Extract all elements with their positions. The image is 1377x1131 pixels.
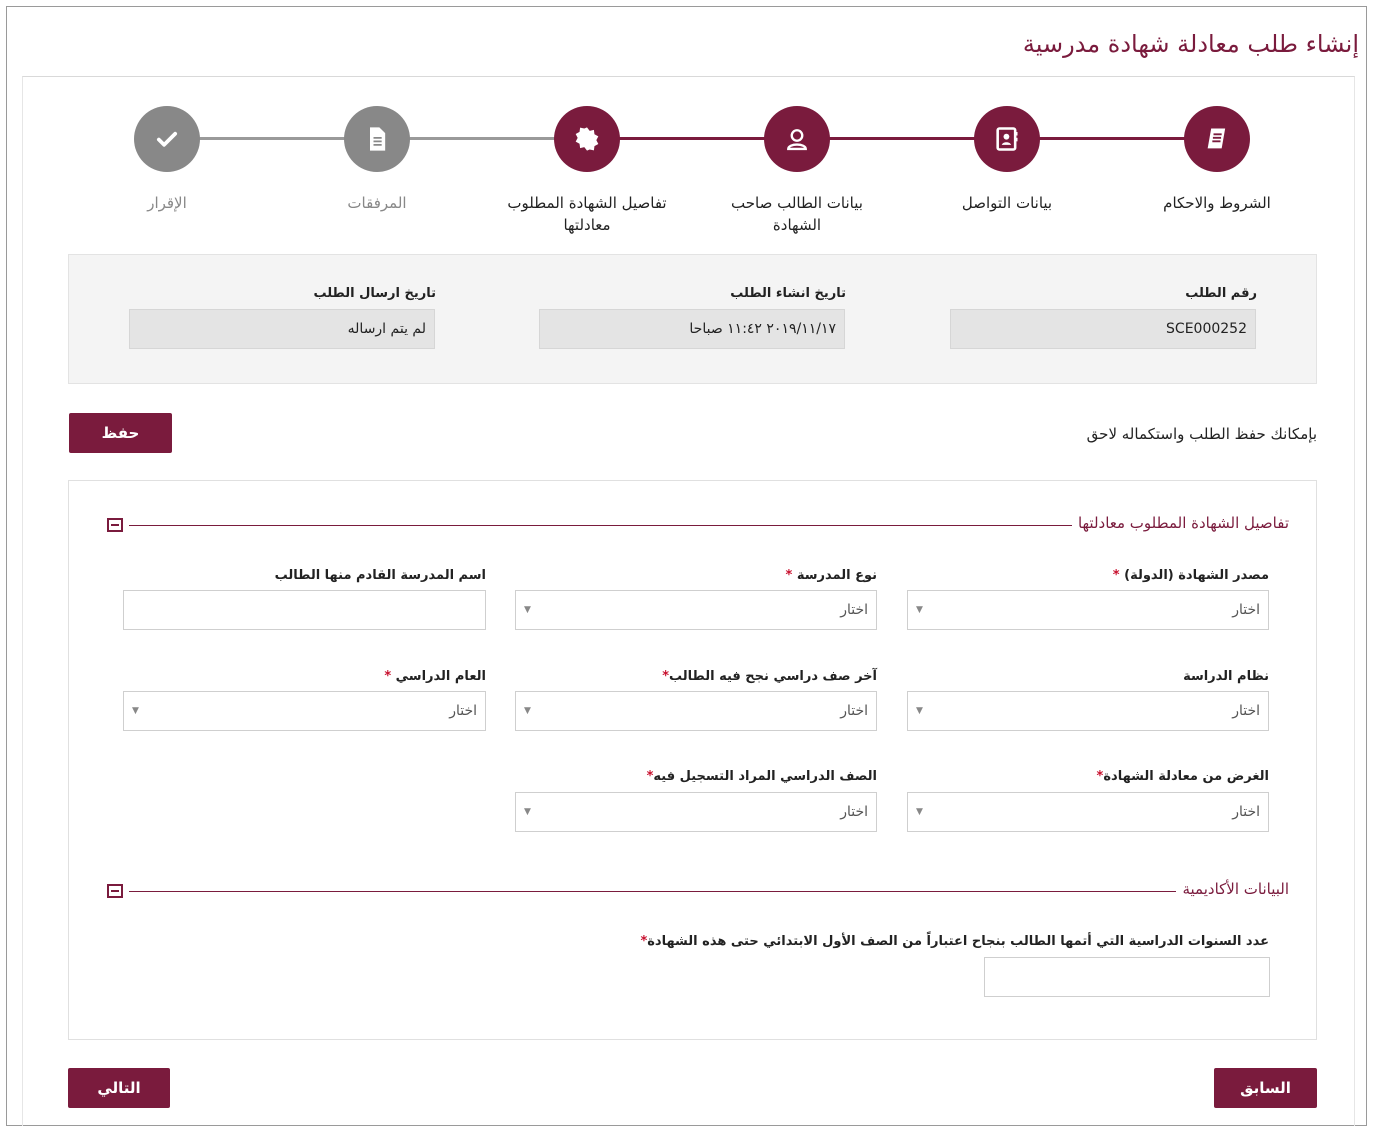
chevron-down-icon: ▼	[524, 706, 531, 716]
step-terms[interactable]: الشروط والاحكام	[1127, 106, 1307, 214]
required-mark: *	[384, 669, 392, 684]
checkmark-icon	[134, 106, 200, 172]
years-completed-label: عدد السنوات الدراسية التي أتمها الطالب ب…	[640, 934, 1269, 949]
created-date-value: ٢٠١٩/١١/١٧ ١١:٤٢ صباحا	[689, 321, 836, 337]
label-text: عدد السنوات الدراسية التي أتمها الطالب ب…	[647, 934, 1269, 949]
select-value: اختار	[840, 703, 868, 719]
select-value: اختار	[840, 804, 868, 820]
collapse-icon[interactable]	[107, 518, 123, 532]
step-label: الإقرار	[147, 194, 187, 212]
section-title-certificate: تفاصيل الشهادة المطلوب معادلتها	[1071, 514, 1289, 532]
previous-button[interactable]: السابق	[1214, 1068, 1317, 1108]
select-value: اختار	[1232, 804, 1260, 820]
source-country-label: مصدر الشهادة (الدولة) *	[1113, 568, 1269, 583]
label-text: مصدر الشهادة (الدولة)	[1124, 568, 1269, 583]
section-divider	[129, 891, 1181, 892]
step-label: تفاصيل الشهادة المطلوب معادلتها	[507, 194, 667, 234]
request-number-field: SCE000252	[950, 309, 1256, 349]
source-country-select[interactable]: اختار ▼	[907, 590, 1269, 630]
label-text: الغرض من معادلة الشهادة	[1103, 769, 1269, 784]
contact-card-icon	[974, 106, 1040, 172]
last-grade-select[interactable]: اختار ▼	[515, 691, 877, 731]
step-label: الشروط والاحكام	[1163, 194, 1271, 212]
step-student[interactable]: بيانات الطالب صاحب الشهادة	[707, 106, 887, 236]
label-text: نوع المدرسة	[796, 568, 877, 583]
step-attachments[interactable]: المرفقات	[287, 106, 467, 214]
select-value: اختار	[449, 703, 477, 719]
last-grade-label: آخر صف دراسي نجح فيه الطالب*	[662, 669, 877, 684]
purpose-select[interactable]: اختار ▼	[907, 792, 1269, 832]
request-number-value: SCE000252	[1166, 321, 1247, 337]
required-mark: *	[662, 669, 670, 684]
next-button[interactable]: التالي	[68, 1068, 170, 1108]
school-type-label: نوع المدرسة *	[786, 568, 878, 583]
school-type-select[interactable]: اختار ▼	[515, 590, 877, 630]
form-panel	[68, 480, 1317, 1040]
created-date-field: ٢٠١٩/١١/١٧ ١١:٤٢ صباحا	[539, 309, 845, 349]
logo-area	[20, 17, 162, 67]
academic-year-label: العام الدراسي *	[384, 669, 486, 684]
purpose-label: الغرض من معادلة الشهادة*	[1097, 769, 1269, 784]
sent-date-field: لم يتم ارساله	[129, 309, 435, 349]
step-label: بيانات الطالب صاحب الشهادة	[731, 194, 863, 234]
school-name-label: اسم المدرسة القادم منها الطالب	[274, 568, 486, 583]
chevron-down-icon: ▼	[524, 605, 531, 615]
sent-date-label: تاريخ ارسال الطلب	[313, 286, 436, 301]
chevron-down-icon: ▼	[524, 807, 531, 817]
study-system-label: نظام الدراسة	[1183, 669, 1269, 684]
section-divider	[129, 525, 1181, 526]
step-declaration[interactable]: الإقرار	[77, 106, 257, 214]
select-value: اختار	[1232, 703, 1260, 719]
years-completed-input[interactable]	[984, 957, 1270, 997]
document-icon	[344, 106, 410, 172]
user-icon	[764, 106, 830, 172]
page-title: إنشاء طلب معادلة شهادة مدرسية	[1022, 30, 1359, 58]
label-text: الصف الدراسي المراد التسجيل فيه	[653, 769, 877, 784]
select-value: اختار	[840, 602, 868, 618]
academic-year-select[interactable]: اختار ▼	[123, 691, 486, 731]
badge-icon	[554, 106, 620, 172]
school-name-input[interactable]	[123, 590, 486, 630]
created-date-label: تاريخ انشاء الطلب	[730, 286, 846, 301]
step-certificate[interactable]: تفاصيل الشهادة المطلوب معادلتها	[497, 106, 677, 236]
chevron-down-icon: ▼	[916, 605, 923, 615]
required-mark: *	[1112, 568, 1120, 583]
step-label: بيانات التواصل	[961, 194, 1053, 212]
required-mark: *	[785, 568, 793, 583]
request-number-label: رقم الطلب	[1185, 286, 1257, 301]
chevron-down-icon: ▼	[916, 807, 923, 817]
select-value: اختار	[1232, 602, 1260, 618]
save-button[interactable]: حفظ	[69, 413, 172, 453]
save-note: بإمكانك حفظ الطلب واستكماله لاحق	[1086, 425, 1317, 443]
target-grade-label: الصف الدراسي المراد التسجيل فيه*	[647, 769, 877, 784]
stepper-line-active	[588, 137, 1218, 140]
chevron-down-icon: ▼	[132, 706, 139, 716]
book-icon	[1184, 106, 1250, 172]
step-label: المرفقات	[347, 194, 407, 212]
label-text: العام الدراسي	[395, 669, 486, 684]
step-contact[interactable]: بيانات التواصل	[917, 106, 1097, 214]
study-system-select[interactable]: اختار ▼	[907, 691, 1269, 731]
sent-date-value: لم يتم ارساله	[347, 321, 426, 337]
chevron-down-icon: ▼	[916, 706, 923, 716]
collapse-icon[interactable]	[107, 884, 123, 898]
target-grade-select[interactable]: اختار ▼	[515, 792, 877, 832]
label-text: آخر صف دراسي نجح فيه الطالب	[669, 669, 877, 684]
section-title-academic: البيانات الأكاديمية	[1176, 880, 1289, 898]
